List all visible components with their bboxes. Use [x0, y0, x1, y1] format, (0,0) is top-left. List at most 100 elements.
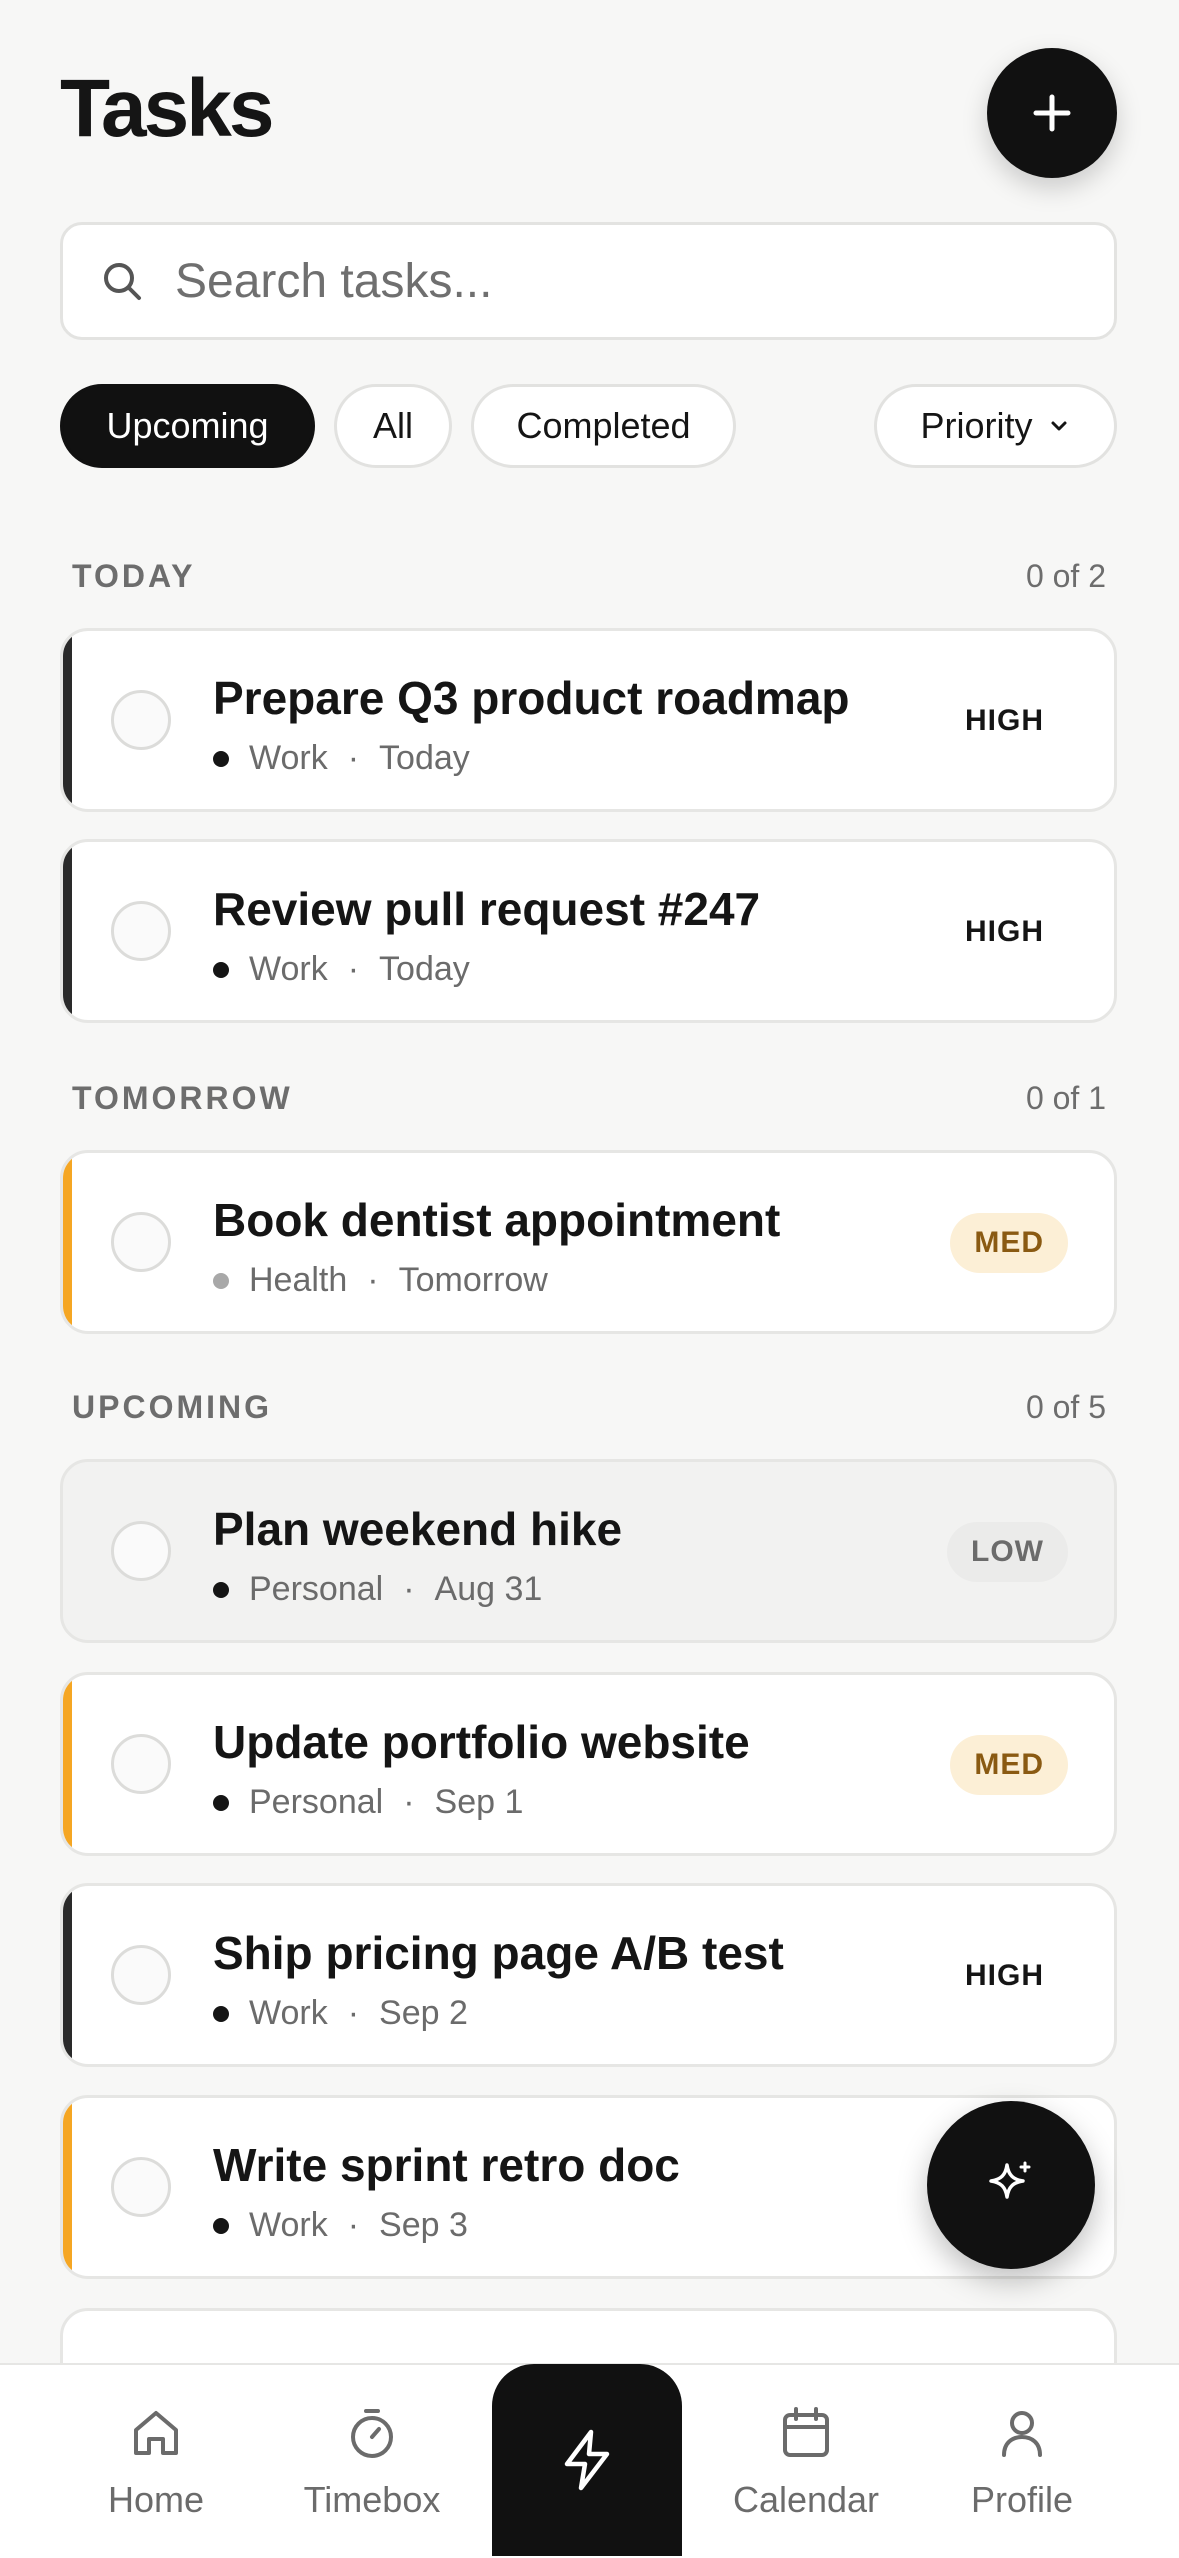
task-title: Plan weekend hike	[213, 1503, 623, 1555]
task-meta: Work · Today	[213, 950, 470, 989]
category-dot	[213, 2217, 229, 2234]
task-card[interactable]: Prepare Q3 product roadmap Work · Today …	[60, 628, 1117, 812]
task-checkbox[interactable]	[111, 2157, 171, 2217]
task-date: Tomorrow	[398, 1261, 548, 1299]
ai-assistant-button[interactable]	[927, 2101, 1095, 2269]
section-header-tomorrow: TOMORROW 0 of 1	[72, 1080, 1106, 1117]
task-title: Review pull request #247	[213, 883, 761, 935]
chevron-down-icon	[1051, 421, 1066, 431]
task-date: Sep 3	[379, 2206, 468, 2244]
task-date: Aug 31	[434, 1570, 543, 1608]
priority-bar	[63, 1153, 72, 1331]
task-checkbox[interactable]	[111, 1212, 171, 1272]
task-checkbox[interactable]	[111, 690, 171, 750]
meta-separator: ·	[347, 2206, 360, 2244]
priority-dropdown[interactable]: Priority	[874, 384, 1117, 468]
priority-bar	[63, 842, 72, 1020]
task-card[interactable]: Book dentist appointment Health · Tomorr…	[60, 1150, 1117, 1334]
tab-calendar-label: Calendar	[732, 2479, 880, 2520]
task-title: Prepare Q3 product roadmap	[213, 672, 850, 724]
tab-timebox-label: Timebox	[303, 2479, 441, 2520]
task-meta: Work · Sep 2	[213, 1994, 468, 2033]
tab-profile[interactable]: Profile	[932, 2403, 1112, 2521]
priority-badge: MED	[950, 1735, 1068, 1795]
task-date: Sep 2	[379, 1994, 468, 2032]
task-category: Personal	[249, 1570, 384, 1608]
page-title: Tasks	[60, 63, 274, 154]
task-checkbox[interactable]	[111, 1734, 171, 1794]
section-header-today: TODAY 0 of 2	[72, 558, 1106, 595]
task-meta: Work · Today	[213, 739, 470, 778]
priority-badge: HIGH	[965, 1959, 1044, 1992]
priority-badge: HIGH	[965, 915, 1044, 948]
task-card[interactable]: Ship pricing page A/B test Work · Sep 2 …	[60, 1883, 1117, 2067]
task-category: Work	[249, 950, 328, 988]
task-category: Health	[249, 1261, 348, 1299]
filter-chips: Upcoming All Completed Priority	[60, 384, 1117, 468]
task-meta: Personal · Aug 31	[213, 1570, 542, 1609]
section-label: TODAY	[72, 558, 196, 594]
meta-separator: ·	[367, 1261, 379, 1299]
home-icon	[134, 2411, 178, 2455]
category-dot	[213, 961, 229, 978]
lightning-icon	[564, 2429, 610, 2491]
task-card[interactable]: Update portfolio website Personal · Sep …	[60, 1672, 1117, 1856]
meta-separator: ·	[347, 739, 360, 777]
tab-profile-label: Profile	[970, 2479, 1074, 2520]
task-card[interactable]: Plan weekend hike Personal · Aug 31 LOW	[60, 1459, 1117, 1643]
task-checkbox[interactable]	[111, 1521, 171, 1581]
task-category: Work	[249, 739, 328, 777]
task-card[interactable]: Review pull request #247 Work · Today HI…	[60, 839, 1117, 1023]
quick-action-button[interactable]	[492, 2364, 682, 2556]
task-meta: Work · Sep 3	[213, 2206, 468, 2245]
task-title: Write sprint retro doc	[213, 2139, 680, 2191]
plus-icon	[1033, 94, 1071, 132]
user-icon	[1002, 2411, 1042, 2457]
task-title: Book dentist appointment	[213, 1194, 781, 1246]
meta-separator: ·	[403, 1570, 415, 1608]
tab-timebox[interactable]: Timebox	[282, 2403, 462, 2521]
priority-badge: LOW	[947, 1522, 1068, 1582]
tab-home[interactable]: Home	[66, 2403, 246, 2521]
filter-completed-label: Completed	[516, 405, 691, 446]
search-bar	[60, 222, 1117, 340]
section-count: 0 of 5	[1025, 1389, 1106, 1425]
meta-separator: ·	[347, 950, 360, 988]
section-count: 0 of 2	[1025, 558, 1106, 594]
task-category: Work	[249, 2206, 328, 2244]
meta-separator: ·	[403, 1783, 415, 1821]
task-category: Work	[249, 1994, 328, 2032]
priority-dropdown-label: Priority	[920, 405, 1033, 446]
task-date: Today	[379, 950, 470, 988]
priority-badge: MED	[950, 1213, 1068, 1273]
priority-bar	[63, 631, 72, 809]
task-date: Sep 1	[434, 1783, 524, 1821]
search-input[interactable]	[173, 252, 1077, 310]
priority-badge: HIGH	[965, 704, 1044, 737]
filter-all-chip[interactable]: All	[334, 384, 452, 468]
priority-bar	[63, 1675, 72, 1853]
category-dot	[213, 1272, 229, 1289]
task-title: Ship pricing page A/B test	[213, 1927, 784, 1979]
priority-bar	[63, 2098, 72, 2276]
category-dot	[213, 2005, 229, 2022]
task-checkbox[interactable]	[111, 901, 171, 961]
task-title: Update portfolio website	[213, 1716, 750, 1768]
tab-calendar[interactable]: Calendar	[716, 2403, 896, 2521]
filter-all-label: All	[372, 405, 413, 446]
category-dot	[213, 750, 229, 767]
category-dot	[213, 1794, 229, 1811]
filter-completed-chip[interactable]: Completed	[471, 384, 736, 468]
tab-home-label: Home	[107, 2479, 205, 2520]
stopwatch-icon	[351, 2409, 393, 2458]
filter-upcoming-chip[interactable]: Upcoming	[60, 384, 315, 468]
section-label: TOMORROW	[72, 1080, 293, 1116]
priority-bar	[63, 1886, 72, 2064]
section-count: 0 of 1	[1025, 1080, 1106, 1116]
sparkle-icon	[989, 2161, 1031, 2199]
task-meta: Personal · Sep 1	[213, 1783, 523, 1822]
add-task-button[interactable]	[987, 48, 1117, 178]
task-checkbox[interactable]	[111, 1945, 171, 2005]
filter-upcoming-label: Upcoming	[106, 405, 269, 446]
meta-separator: ·	[347, 1994, 360, 2032]
